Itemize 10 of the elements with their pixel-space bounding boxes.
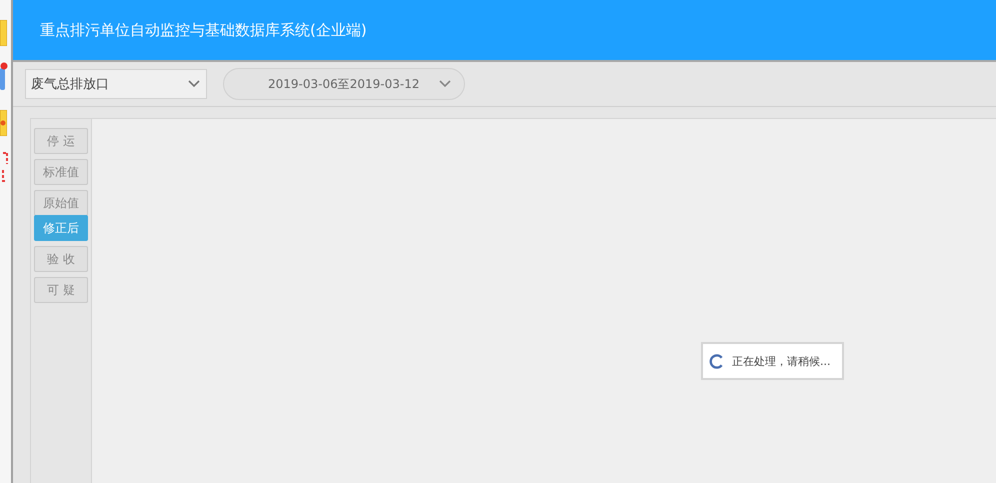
date-range-select[interactable]: 2019-03-06至2019-03-12 bbox=[223, 68, 465, 100]
filter-button[interactable]: 验 收 bbox=[34, 246, 88, 272]
filter-button[interactable]: 可 疑 bbox=[34, 277, 88, 303]
filter-button[interactable]: 停 运 bbox=[34, 128, 88, 154]
outlet-select[interactable]: 废气总排放口 bbox=[25, 69, 207, 99]
filter-button[interactable]: 修正后 bbox=[34, 215, 88, 241]
loading-message: 正在处理，请稍候... bbox=[732, 354, 830, 368]
filter-button[interactable]: 原始值 bbox=[34, 190, 88, 216]
window-title: 重点排污单位自动监控与基础数据库系统(企业端) bbox=[40, 20, 367, 40]
filter-button[interactable]: 标准值 bbox=[34, 159, 88, 185]
